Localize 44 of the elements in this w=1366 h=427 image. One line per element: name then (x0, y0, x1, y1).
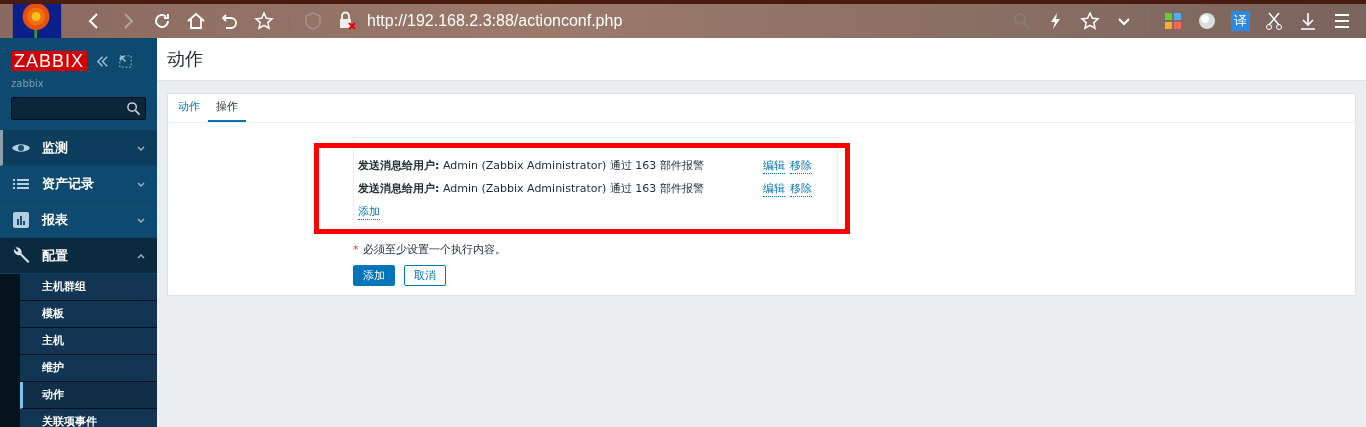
table-cell-text: 发送消息给用户: Admin (Zabbix Administrator) 通过 163 部件报警 (358, 181, 705, 196)
add-button[interactable]: 添加 (353, 265, 395, 286)
wrench-icon (11, 245, 31, 266)
address-bar[interactable]: http://192.168.2.3:88/actionconf.php (367, 12, 623, 30)
translate-button[interactable]: 译 (1231, 11, 1250, 31)
submenu-item[interactable]: 关联项事件 (20, 409, 157, 427)
submenu-item[interactable]: 主机 (20, 328, 157, 355)
hint-text: 必须至少设置一个执行内容。 (362, 243, 506, 256)
submenu-item[interactable]: 模板 (20, 301, 157, 328)
menu-item[interactable]: 配置 (0, 238, 157, 274)
remove-link[interactable]: 移除 (790, 157, 812, 174)
cancel-button[interactable]: 取消 (404, 265, 446, 286)
tab[interactable]: 动作 (170, 94, 208, 122)
shield-icon (303, 11, 323, 31)
submenu-item[interactable]: 主机群组 (20, 274, 157, 301)
logo: ZABBIX (11, 51, 88, 71)
submenu-item[interactable]: 维护 (20, 355, 157, 382)
tab[interactable]: 操作 (208, 94, 246, 122)
add-link[interactable]: 添加 (358, 203, 380, 220)
kiosk-icon[interactable] (118, 53, 134, 69)
remove-link[interactable]: 移除 (790, 180, 812, 197)
search-icon[interactable] (126, 101, 141, 116)
search-field[interactable] (11, 97, 146, 120)
apps-icon[interactable] (1163, 11, 1183, 31)
required-mark: * (353, 243, 359, 256)
lock-icon (337, 11, 357, 31)
undo-icon[interactable] (220, 11, 240, 31)
server-name: zabbix (10, 77, 45, 89)
menu-item[interactable]: 资产记录 (0, 166, 157, 202)
edit-link[interactable]: 编辑 (763, 157, 785, 174)
bar-chart-icon (11, 209, 31, 230)
page-title: 动作 (167, 47, 203, 71)
table-cell-text: 发送消息给用户: Admin (Zabbix Administrator) 通过 163 部件报警 (358, 158, 705, 173)
home-icon[interactable] (186, 11, 206, 31)
menu-item[interactable]: 监测 (0, 130, 157, 166)
reload-icon[interactable] (152, 11, 172, 31)
download-icon[interactable] (1298, 11, 1318, 31)
submenu-item[interactable]: 动作 (20, 382, 157, 409)
star-icon[interactable] (1080, 11, 1100, 31)
edit-link[interactable]: 编辑 (763, 180, 785, 197)
star-icon[interactable] (254, 11, 274, 31)
scissors-icon[interactable] (1264, 11, 1284, 31)
globe-icon[interactable] (1197, 11, 1217, 31)
menu-icon[interactable] (1332, 11, 1352, 31)
